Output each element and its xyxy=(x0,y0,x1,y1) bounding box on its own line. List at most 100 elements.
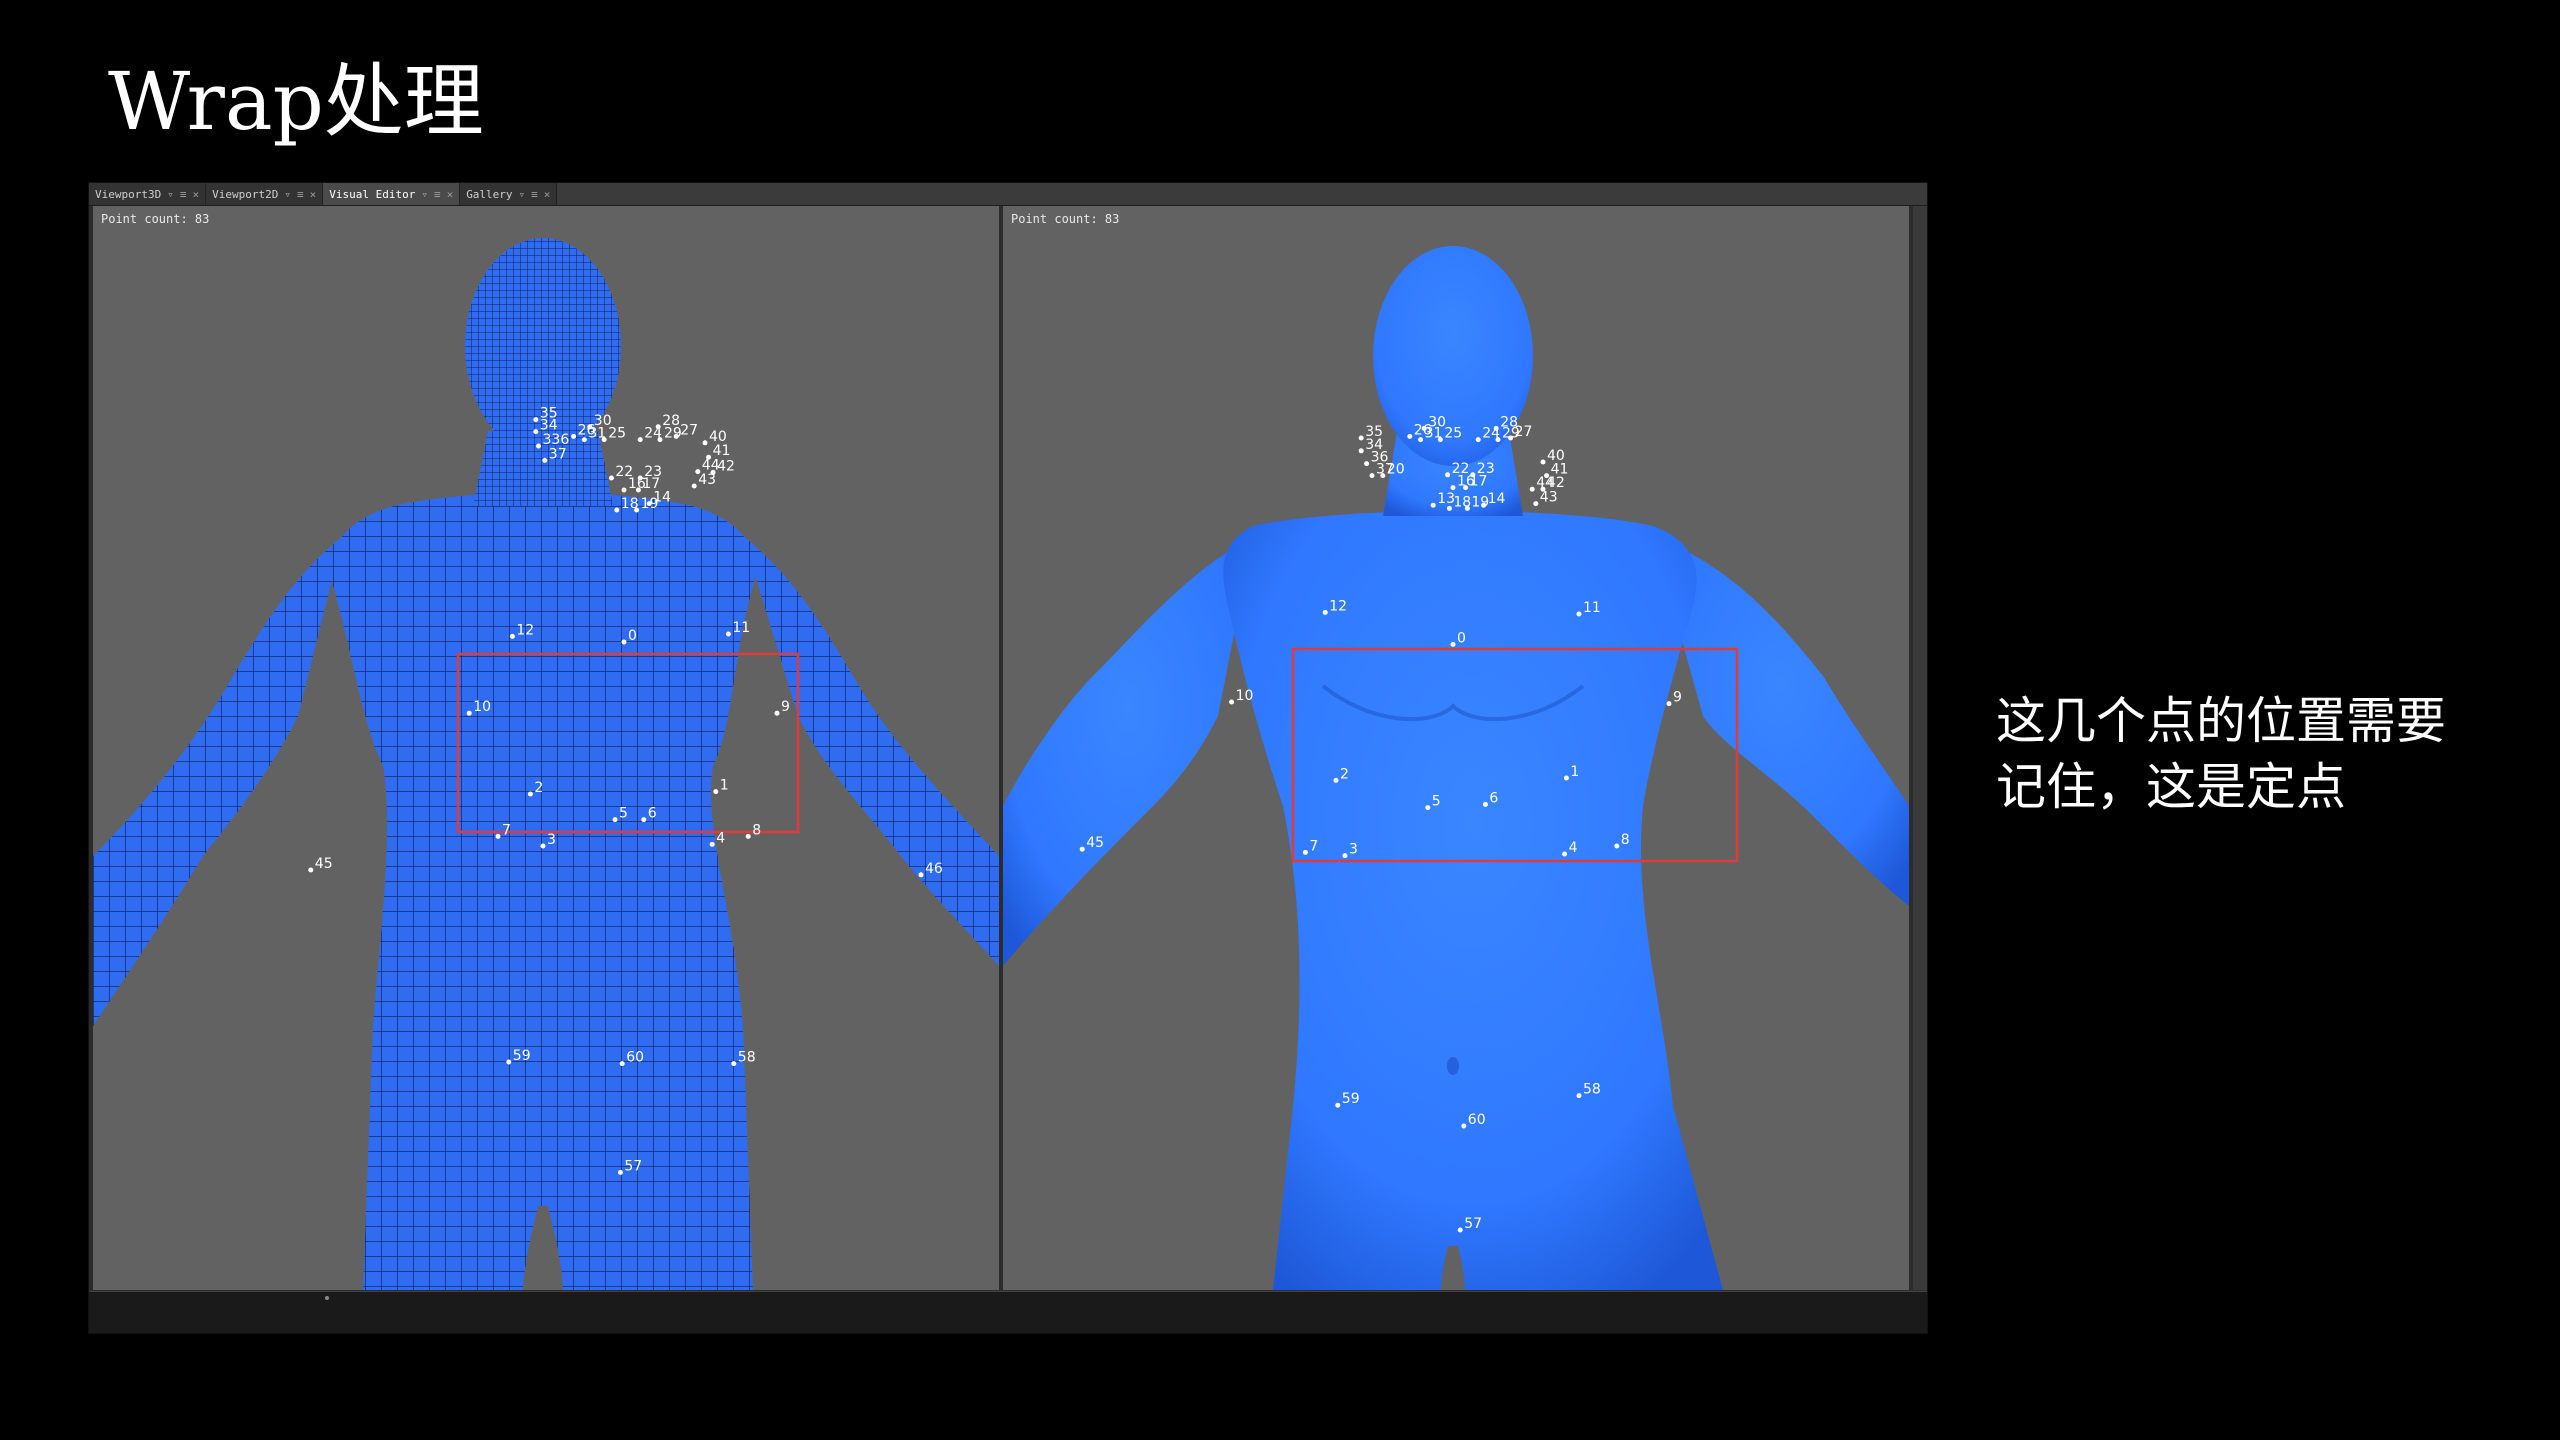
pin-icon[interactable]: ▿ xyxy=(284,188,291,201)
marker-dot[interactable] xyxy=(1229,699,1235,705)
marker-dot[interactable] xyxy=(709,841,715,847)
marker-dot[interactable] xyxy=(657,437,663,443)
marker-dot[interactable] xyxy=(1666,701,1672,707)
menu-icon[interactable]: ≡ xyxy=(180,188,187,201)
marker-dot[interactable] xyxy=(533,417,539,423)
marker-dot[interactable] xyxy=(1614,843,1620,849)
marker-dot[interactable] xyxy=(612,817,618,823)
marker-dot[interactable] xyxy=(1563,775,1569,781)
marker-dot[interactable] xyxy=(1482,801,1488,807)
marker-dot[interactable] xyxy=(533,429,539,435)
marker-dot[interactable] xyxy=(1430,502,1436,508)
menu-icon[interactable]: ≡ xyxy=(297,188,304,201)
viewport-left[interactable]: 35 34 336 37 26 30 31 25 24 28 29 27 40 … xyxy=(93,206,999,1290)
marker-dot[interactable] xyxy=(581,437,587,443)
marker-dot[interactable] xyxy=(1446,505,1452,511)
marker-dot[interactable] xyxy=(536,443,541,449)
marker-dot[interactable] xyxy=(634,507,640,513)
marker-dot[interactable] xyxy=(1576,1093,1582,1099)
marker-dot[interactable] xyxy=(1461,1123,1467,1129)
marker-dot[interactable] xyxy=(1407,433,1413,439)
marker-dot[interactable] xyxy=(506,1059,512,1065)
marker-dot[interactable] xyxy=(1425,805,1431,811)
marker-label: 7 xyxy=(1309,838,1318,854)
menu-icon[interactable]: ≡ xyxy=(434,188,441,201)
close-icon[interactable]: × xyxy=(310,188,317,201)
marker-dot[interactable] xyxy=(637,437,643,443)
marker-dot[interactable] xyxy=(1358,448,1364,454)
marker-dot[interactable] xyxy=(542,457,548,463)
marker-dot[interactable] xyxy=(1418,437,1424,443)
marker-dot[interactable] xyxy=(1437,437,1443,443)
marker-dot[interactable] xyxy=(495,833,501,839)
marker-dot[interactable] xyxy=(774,710,780,716)
close-icon[interactable]: × xyxy=(544,188,551,201)
marker-dot[interactable] xyxy=(1079,846,1085,852)
marker-dot[interactable] xyxy=(1562,851,1568,857)
marker-dot[interactable] xyxy=(1335,1102,1341,1108)
base-mesh-render[interactable]: 35 34 336 37 26 30 31 25 24 28 29 27 40 … xyxy=(93,206,999,1290)
marker-dot[interactable] xyxy=(466,710,472,716)
tab-gallery[interactable]: Gallery ▿ ≡ × xyxy=(460,183,558,205)
marker-dot[interactable] xyxy=(614,507,620,513)
marker-dot[interactable] xyxy=(713,789,719,795)
marker-dot[interactable] xyxy=(621,487,627,493)
marker-dot[interactable] xyxy=(1493,425,1499,431)
marker-dot[interactable] xyxy=(1369,473,1375,479)
marker-dot[interactable] xyxy=(509,633,515,639)
tab-viewport3d[interactable]: Viewport3D ▿ ≡ × xyxy=(89,183,207,205)
marker-dot[interactable] xyxy=(702,440,708,446)
pin-icon[interactable]: ▿ xyxy=(421,188,428,201)
marker-dot[interactable] xyxy=(1475,437,1481,443)
marker-dot[interactable] xyxy=(1322,609,1328,615)
marker-dot[interactable] xyxy=(1358,435,1364,441)
marker-dot[interactable] xyxy=(1364,461,1370,467)
close-icon[interactable]: × xyxy=(447,188,454,201)
marker-dot[interactable] xyxy=(673,433,679,439)
marker-dot[interactable] xyxy=(1464,505,1470,511)
marker-dot[interactable] xyxy=(1463,485,1469,491)
marker-label: 3 xyxy=(547,832,556,848)
marker-dot[interactable] xyxy=(1533,501,1539,507)
marker-dot[interactable] xyxy=(725,631,731,637)
marker-dot[interactable] xyxy=(308,867,314,873)
marker-dot[interactable] xyxy=(635,487,641,493)
marker-dot[interactable] xyxy=(601,437,607,443)
marker-dot[interactable] xyxy=(1576,611,1582,617)
marker-dot[interactable] xyxy=(655,424,661,430)
scan-mesh-render[interactable]: 35 34 36 37 20 26 30 31 25 24 28 29 27 4… xyxy=(1003,206,1909,1290)
menu-icon[interactable]: ≡ xyxy=(531,188,538,201)
marker-dot[interactable] xyxy=(1450,641,1456,647)
marker-dot[interactable] xyxy=(731,1061,737,1067)
marker-dot[interactable] xyxy=(617,1169,623,1175)
marker-dot[interactable] xyxy=(1302,849,1308,855)
marker-dot[interactable] xyxy=(1457,1227,1463,1233)
tab-visual-editor[interactable]: Visual Editor ▿ ≡ × xyxy=(323,183,461,205)
marker-dot[interactable] xyxy=(1342,853,1348,859)
marker-dot[interactable] xyxy=(1495,437,1501,443)
marker-dot[interactable] xyxy=(1481,502,1487,508)
marker-dot[interactable] xyxy=(527,791,533,797)
marker-dot[interactable] xyxy=(646,501,652,507)
marker-dot[interactable] xyxy=(1445,472,1451,478)
marker-dot[interactable] xyxy=(619,1061,625,1067)
marker-dot[interactable] xyxy=(641,817,647,823)
marker-dot[interactable] xyxy=(1333,777,1339,783)
marker-dot[interactable] xyxy=(745,833,751,839)
marker-dot[interactable] xyxy=(1380,473,1386,479)
close-icon[interactable]: × xyxy=(192,188,199,201)
tab-viewport2d[interactable]: Viewport2D ▿ ≡ × xyxy=(206,183,324,205)
pin-icon[interactable]: ▿ xyxy=(167,188,174,201)
marker-dot[interactable] xyxy=(691,483,697,489)
marker-dot[interactable] xyxy=(1529,486,1535,492)
marker-dot[interactable] xyxy=(621,639,627,645)
marker-dot[interactable] xyxy=(608,475,614,481)
marker-dot[interactable] xyxy=(540,843,546,849)
marker-dot[interactable] xyxy=(1540,459,1546,465)
marker-dot[interactable] xyxy=(1508,435,1514,441)
marker-dot[interactable] xyxy=(1450,485,1456,491)
marker-dot[interactable] xyxy=(571,433,577,439)
pin-icon[interactable]: ▿ xyxy=(519,188,526,201)
marker-dot[interactable] xyxy=(918,872,924,878)
viewport-right[interactable]: 35 34 36 37 20 26 30 31 25 24 28 29 27 4… xyxy=(1003,206,1909,1290)
